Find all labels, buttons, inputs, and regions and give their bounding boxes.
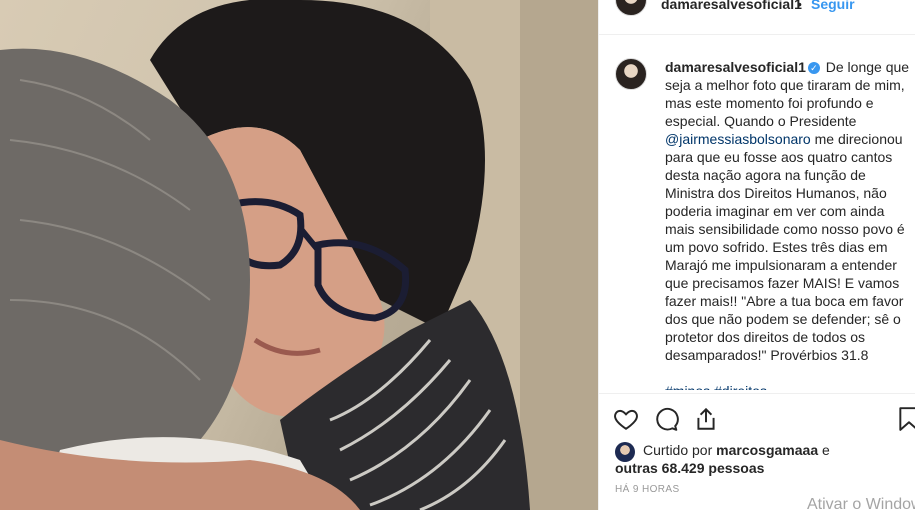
post-photo[interactable] (0, 0, 598, 510)
windows-activation-watermark: Ativar o Windows (807, 496, 915, 510)
caption-hashtags-peek[interactable]: #minos #direitos (665, 382, 767, 390)
likes-others-count[interactable]: outras 68.429 pessoas (615, 460, 764, 476)
caption-avatar[interactable] (615, 58, 647, 90)
heart-icon[interactable] (613, 406, 639, 432)
post-timestamp[interactable]: HÁ 9 HORAS (615, 484, 680, 495)
header-avatar[interactable] (615, 0, 647, 16)
comment-icon[interactable] (653, 406, 679, 432)
likes-line-1: Curtido por marcosgamaaa e (643, 440, 830, 460)
liker-username[interactable]: marcosgamaaa (716, 442, 818, 458)
caption-username[interactable]: damaresalvesoficial1 (665, 59, 806, 75)
action-bar (599, 393, 915, 443)
header-dot-separator: • (797, 0, 802, 12)
caption-comment: damaresalvesoficial1 ✓ De longe que seja … (615, 58, 915, 388)
caption-text: damaresalvesoficial1 ✓ De longe que seja … (665, 58, 915, 364)
likes-line-2[interactable]: outras 68.429 pessoas (615, 458, 764, 478)
verified-badge-icon: ✓ (807, 62, 820, 74)
likes-prefix: Curtido por (643, 442, 713, 458)
follow-button[interactable]: Seguir (811, 0, 855, 12)
post-header: damaresalvesoficial1 • Seguir (599, 0, 915, 35)
header-username[interactable]: damaresalvesoficial1 (661, 0, 802, 12)
caption-mention-link[interactable]: @jairmessiasbolsonaro (665, 131, 811, 147)
post-side-panel: damaresalvesoficial1 • Seguir damaresalv… (598, 0, 915, 510)
share-icon[interactable] (693, 406, 719, 432)
bookmark-icon[interactable] (896, 406, 915, 432)
caption-body-part2: me direcionou para que eu fosse aos quat… (665, 131, 909, 363)
likes-joiner: e (822, 442, 830, 458)
post-photo-illustration (0, 0, 598, 510)
